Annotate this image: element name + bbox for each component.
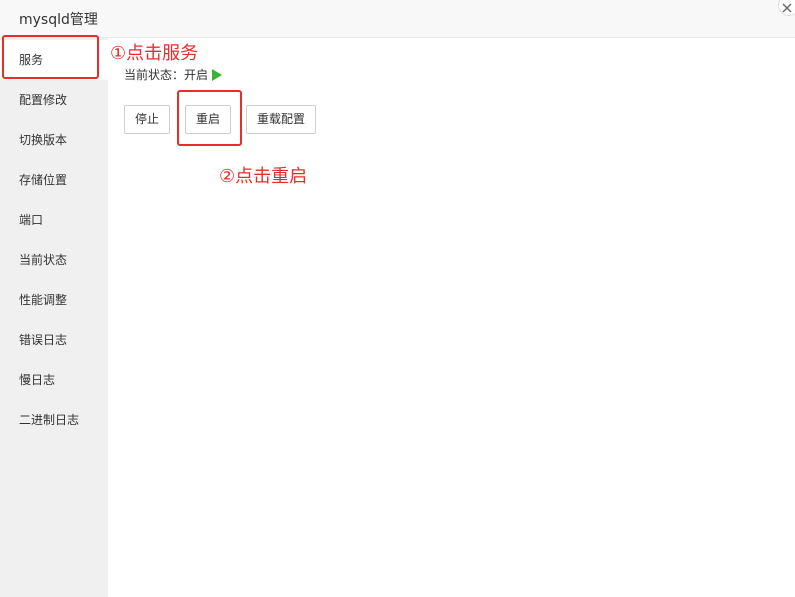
stop-button[interactable]: 停止 — [124, 105, 170, 134]
sidebar-item-label: 存储位置 — [19, 173, 68, 187]
sidebar-item-label: 当前状态 — [19, 253, 68, 267]
sidebar-item-label: 错误日志 — [19, 333, 68, 347]
sidebar-item-version[interactable]: 切换版本 — [0, 120, 108, 160]
status-line: 当前状态：开启 — [124, 66, 223, 83]
sidebar-item-slow-log[interactable]: 慢日志 — [0, 360, 108, 400]
status-text: 当前状态：开启 — [124, 68, 209, 82]
sidebar-item-config[interactable]: 配置修改 — [0, 80, 108, 120]
sidebar-item-storage[interactable]: 存储位置 — [0, 160, 108, 200]
sidebar-item-label: 配置修改 — [19, 93, 68, 107]
sidebar-item-label: 二进制日志 — [19, 413, 80, 427]
highlight-restart-box — [177, 90, 242, 146]
sidebar-item-port[interactable]: 端口 — [0, 200, 108, 240]
reload-config-button[interactable]: 重载配置 — [246, 105, 316, 134]
highlight-service-box — [2, 35, 99, 79]
title-bar: mysqld管理 — [0, 0, 795, 38]
close-icon — [782, 3, 792, 13]
sidebar-item-binlog[interactable]: 二进制日志 — [0, 400, 108, 440]
sidebar: 服务 配置修改 切换版本 存储位置 端口 当前状态 性能调整 错误日志 慢日志 … — [0, 38, 108, 597]
sidebar-item-status[interactable]: 当前状态 — [0, 240, 108, 280]
sidebar-item-performance[interactable]: 性能调整 — [0, 280, 108, 320]
sidebar-item-error-log[interactable]: 错误日志 — [0, 320, 108, 360]
annotation-step1: ①点击服务 — [110, 43, 199, 64]
sidebar-item-label: 切换版本 — [19, 133, 68, 147]
window-title: mysqld管理 — [19, 12, 98, 28]
sidebar-item-label: 性能调整 — [19, 293, 68, 307]
sidebar-item-label: 慢日志 — [19, 373, 56, 387]
annotation-step2: ②点击重启 — [219, 166, 308, 187]
sidebar-item-label: 端口 — [19, 213, 44, 227]
play-icon — [212, 68, 223, 81]
